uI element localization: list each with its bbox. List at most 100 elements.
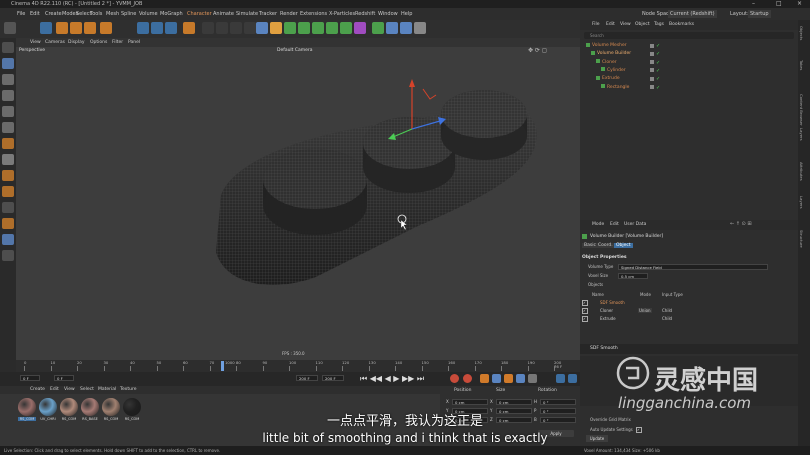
attribute-menu-mode[interactable]: Mode	[592, 222, 604, 227]
visibility-toggle[interactable]	[650, 60, 654, 65]
volume-mesh-object[interactable]	[16, 47, 580, 360]
coordinate-system-icon[interactable]	[183, 22, 195, 34]
pen-icon[interactable]	[270, 22, 282, 34]
enabled-check-icon[interactable]: ✓	[656, 68, 660, 74]
scale-icon[interactable]	[70, 22, 82, 34]
viewport-menu-options[interactable]: Options	[90, 38, 107, 47]
axis-mode-icon[interactable]	[2, 138, 14, 149]
right-tab-layers[interactable]: Layers	[799, 128, 804, 141]
object-name[interactable]: Extrude	[602, 76, 620, 81]
rotation-field[interactable]: 0 °	[540, 399, 576, 405]
menu-simulate[interactable]: Simulate	[236, 8, 258, 20]
field-icon[interactable]	[326, 22, 338, 34]
z-axis-icon[interactable]	[165, 22, 177, 34]
object-search-input[interactable]: Search	[584, 32, 794, 39]
object-row[interactable]: Extrude	[596, 75, 620, 83]
lock-workplane-icon[interactable]	[2, 202, 14, 213]
menu-volume[interactable]: Volume	[139, 8, 158, 20]
voxel-size-field[interactable]: 0.5 cm	[618, 273, 648, 279]
keyframe-pla-icon[interactable]	[528, 374, 537, 383]
right-tab-content-browser[interactable]: Content Browser	[799, 94, 804, 126]
environment-icon[interactable]	[372, 22, 384, 34]
grid-icon[interactable]	[2, 234, 14, 245]
polygons-mode-icon[interactable]	[2, 122, 14, 133]
menu-window[interactable]: Window	[378, 8, 398, 20]
object-row[interactable]: Volume Builder	[591, 50, 631, 58]
menu-extensions[interactable]: Extensions	[300, 8, 327, 20]
magnet-icon[interactable]	[2, 218, 14, 229]
keyframe-param-icon[interactable]	[516, 374, 525, 383]
object-menu-view[interactable]: View	[620, 22, 631, 27]
make-editable-icon[interactable]	[2, 42, 14, 53]
record-icon[interactable]	[450, 374, 459, 383]
viewport-menu-filter[interactable]: Filter	[112, 38, 123, 47]
object-menu-object[interactable]: Object	[635, 22, 650, 27]
menu-render[interactable]: Render	[280, 8, 298, 20]
object-tree[interactable]: Volume Mesher ✓ Volume Builder ✓ Cloner ✓ Cyli…	[580, 42, 798, 97]
viewport-menu-view[interactable]: View	[30, 38, 41, 47]
menu-mesh[interactable]: Mesh	[106, 8, 119, 20]
list-row-name[interactable]: Cloner	[600, 308, 613, 313]
x-axis-icon[interactable]	[137, 22, 149, 34]
light-icon[interactable]	[400, 22, 412, 34]
visibility-toggle[interactable]	[650, 76, 654, 81]
tab-coord[interactable]: Coord.	[596, 243, 615, 248]
object-name[interactable]: Volume Builder	[597, 51, 631, 56]
object-menu-file[interactable]: File	[592, 22, 600, 27]
visibility-toggle[interactable]	[650, 43, 654, 48]
size-field[interactable]: 0 cm	[496, 399, 532, 405]
keyframe-rot-icon[interactable]	[492, 374, 501, 383]
menu-xparticles[interactable]: X-Particles	[329, 8, 355, 20]
enabled-check-icon[interactable]: ✓	[656, 51, 660, 57]
material-swatch[interactable]	[81, 398, 99, 416]
object-name[interactable]: Volume Mesher	[592, 43, 627, 48]
edges-mode-icon[interactable]	[2, 106, 14, 117]
list-row-name[interactable]: Extrude	[600, 316, 616, 321]
menu-spline[interactable]: Spline	[121, 8, 136, 20]
list-checkbox[interactable]: ✓	[582, 316, 588, 322]
object-menu-edit[interactable]: Edit	[606, 22, 615, 27]
render-view-icon[interactable]	[202, 22, 214, 34]
object-row[interactable]: Rectangle	[601, 84, 629, 92]
rotate-icon[interactable]	[84, 22, 96, 34]
minimize-icon[interactable]: –	[752, 0, 755, 8]
list-checkbox[interactable]: ✓	[582, 300, 588, 306]
texture-mode-icon[interactable]	[2, 74, 14, 85]
attribute-menu-user-data[interactable]: User Data	[624, 222, 646, 227]
menu-help[interactable]: Help	[401, 8, 412, 20]
object-name[interactable]: Rectangle	[607, 85, 629, 90]
menu-animate[interactable]: Animate	[213, 8, 234, 20]
volume-type-dropdown[interactable]: Signed Distance Field	[618, 264, 768, 270]
start-frame-field[interactable]: 0 F	[20, 375, 40, 381]
enabled-check-icon[interactable]: ✓	[656, 85, 660, 91]
right-tab-objects[interactable]: Objects	[799, 26, 804, 40]
visibility-toggle[interactable]	[650, 51, 654, 56]
volume-builder-icon[interactable]	[312, 22, 324, 34]
material-menu-edit[interactable]: Edit	[50, 386, 59, 394]
object-name[interactable]: Cloner	[602, 60, 617, 65]
model-mode-icon[interactable]	[2, 58, 14, 69]
render-settings-icon[interactable]	[230, 22, 242, 34]
menu-tracker[interactable]: Tracker	[259, 8, 277, 20]
camera-icon[interactable]	[386, 22, 398, 34]
material-menu-select[interactable]: Select	[80, 386, 94, 394]
cloner-icon[interactable]	[298, 22, 310, 34]
list-row-name[interactable]: SDF Smooth	[600, 300, 625, 305]
layout-dropdown[interactable]: Startup	[748, 10, 771, 18]
recent-tool-icon[interactable]	[100, 22, 112, 34]
menu-edit[interactable]: Edit	[30, 8, 40, 20]
material-menu-create[interactable]: Create	[30, 386, 45, 394]
solo-icon[interactable]	[2, 154, 14, 165]
cube-icon[interactable]	[256, 22, 268, 34]
visibility-toggle[interactable]	[650, 68, 654, 73]
keyframe-pos-icon[interactable]	[480, 374, 489, 383]
playhead[interactable]	[221, 361, 224, 371]
attribute-nav-icons[interactable]: ← ↑ ⊙ ⊞	[730, 221, 752, 227]
close-icon[interactable]: ×	[797, 0, 802, 8]
material-menu-material[interactable]: Material	[98, 386, 116, 394]
object-name[interactable]: Cylinder	[607, 68, 626, 73]
scene-icon[interactable]	[354, 22, 366, 34]
material-menu-texture[interactable]: Texture	[120, 386, 136, 394]
dope-sheet-icon[interactable]	[568, 374, 577, 383]
position-field[interactable]: 0 cm	[452, 399, 488, 405]
